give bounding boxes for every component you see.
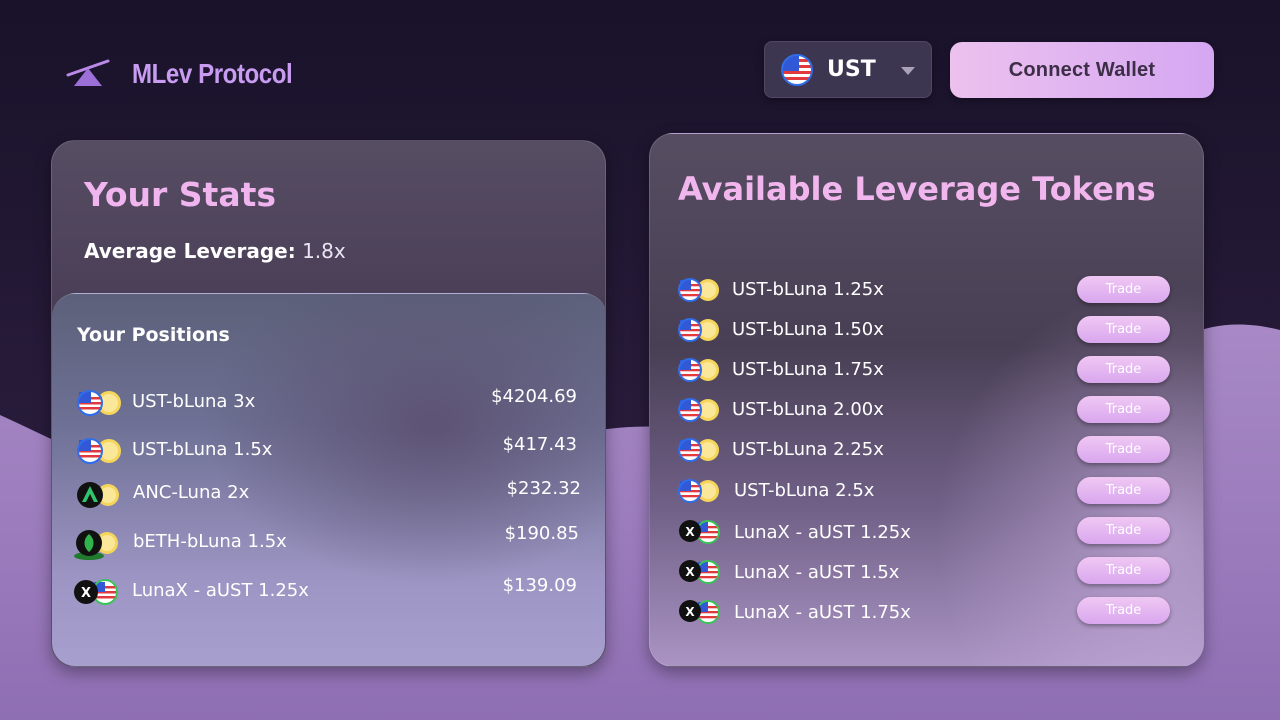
trade-button[interactable]: Trade [1077,356,1170,383]
ust-bluna-pair-icon [678,438,719,462]
ust-bluna-pair-icon [77,438,121,464]
position-row[interactable]: UST-bLuna 1.5x $417.43 [52,434,605,470]
token-row: UST-bLuna 2.00x Trade [650,396,1203,426]
stats-title: Your Stats [84,175,277,214]
ust-flag-icon [781,53,813,86]
ust-bluna-pair-icon [77,390,121,416]
position-row[interactable]: X LunaX - aUST 1.25x $139.09 [52,575,605,611]
lunax-aust-pair-icon: X [679,520,720,544]
token-name: LunaX - aUST 1.25x [734,522,911,543]
trade-button[interactable]: Trade [1077,597,1170,624]
ust-bluna-pair-icon [678,398,719,422]
lunax-aust-pair-icon: X [679,560,720,584]
connect-wallet-button[interactable]: Connect Wallet [950,42,1214,98]
position-value: $190.85 [504,523,579,544]
token-row: X LunaX - aUST 1.25x Trade [650,517,1203,547]
svg-text:X: X [81,586,91,601]
currency-label: UST [827,57,876,82]
average-leverage: Average Leverage: 1.8x [84,239,346,263]
token-row: UST-bLuna 2.25x Trade [650,436,1203,466]
ust-bluna-pair-icon [678,278,719,302]
trade-button[interactable]: Trade [1077,517,1170,544]
position-value: $232.32 [506,478,581,499]
beth-bluna-pair-icon [74,530,118,560]
token-row: UST-bLuna 1.25x Trade [650,276,1203,306]
trade-button[interactable]: Trade [1077,477,1170,504]
trade-button[interactable]: Trade [1077,396,1170,423]
svg-text:X: X [685,525,695,539]
token-name: UST-bLuna 2.25x [732,439,884,460]
position-row[interactable]: UST-bLuna 3x $4204.69 [52,386,605,422]
app-name: MLev Protocol [132,58,293,89]
token-row: UST-bLuna 2.5x Trade [650,477,1203,507]
token-name: UST-bLuna 1.50x [732,319,884,340]
token-row: UST-bLuna 1.75x Trade [650,356,1203,386]
positions-title: Your Positions [77,324,230,346]
position-name: ANC-Luna 2x [133,482,250,503]
your-positions-panel: Your Positions UST-bLuna 3x $4204.69 UST… [52,293,605,666]
ust-bluna-pair-icon [678,479,719,503]
app-logo[interactable]: MLev Protocol [66,58,318,90]
svg-text:X: X [685,605,695,619]
available-tokens-card: Available Leverage Tokens UST-bLuna 1.25… [649,133,1204,667]
trade-button[interactable]: Trade [1077,276,1170,303]
ust-bluna-pair-icon [678,358,719,382]
lunax-aust-pair-icon: X [679,600,720,624]
token-name: UST-bLuna 2.5x [734,480,875,501]
token-name: LunaX - aUST 1.75x [734,602,911,623]
lunax-aust-pair-icon: X [74,579,118,605]
position-value: $4204.69 [491,386,577,407]
seesaw-logo-icon [66,59,110,86]
chevron-down-icon [901,67,915,75]
position-value: $417.43 [502,434,577,455]
average-leverage-label: Average Leverage: [84,239,296,263]
token-name: UST-bLuna 2.00x [732,399,884,420]
position-name: LunaX - aUST 1.25x [132,580,309,601]
token-row: X LunaX - aUST 1.75x Trade [650,597,1203,627]
ust-bluna-pair-icon [678,318,719,342]
average-leverage-value: 1.8x [302,239,346,263]
token-name: LunaX - aUST 1.5x [734,562,900,583]
your-stats-card: Your Stats Average Leverage: 1.8x Your P… [51,140,606,667]
position-value: $139.09 [502,575,577,596]
token-name: UST-bLuna 1.25x [732,279,884,300]
token-row: X LunaX - aUST 1.5x Trade [650,557,1203,587]
trade-button[interactable]: Trade [1077,316,1170,343]
trade-button[interactable]: Trade [1077,436,1170,463]
token-name: UST-bLuna 1.75x [732,359,884,380]
position-name: UST-bLuna 1.5x [132,439,273,460]
position-row[interactable]: bETH-bLuna 1.5x $190.85 [52,523,605,563]
token-row: UST-bLuna 1.50x Trade [650,316,1203,346]
currency-selector[interactable]: UST [764,41,932,98]
svg-text:X: X [685,565,695,579]
position-row[interactable]: ANC-Luna 2x $232.32 [52,478,605,514]
anc-luna-pair-icon [77,482,119,508]
position-name: UST-bLuna 3x [132,391,256,412]
trade-button[interactable]: Trade [1077,557,1170,584]
position-name: bETH-bLuna 1.5x [133,531,287,552]
tokens-title: Available Leverage Tokens [678,170,1156,208]
